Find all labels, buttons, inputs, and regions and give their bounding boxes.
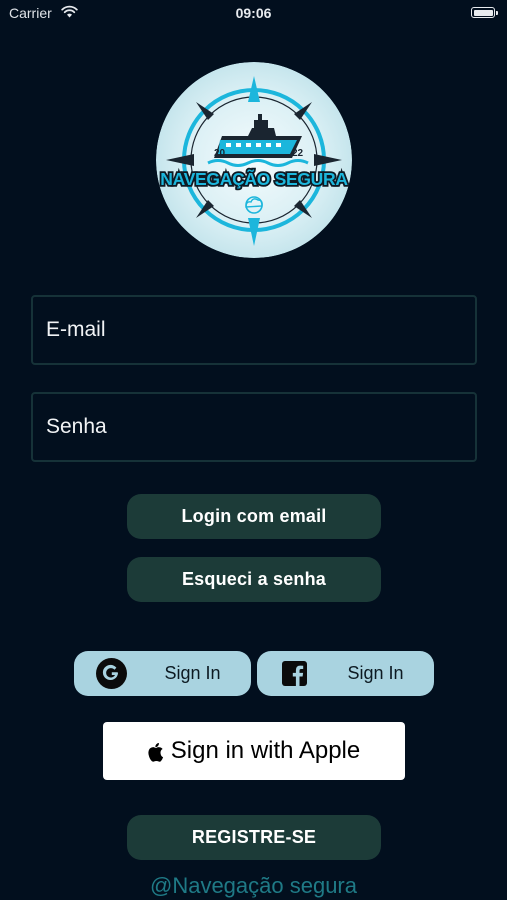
apple-signin-button[interactable]: Sign in with Apple	[103, 722, 405, 780]
login-email-button[interactable]: Login com email	[127, 494, 381, 539]
battery-icon	[471, 7, 498, 18]
password-input[interactable]	[33, 394, 475, 460]
password-field[interactable]	[31, 392, 477, 462]
facebook-signin-button[interactable]: Sign In	[257, 651, 434, 696]
logo-year-right: 22	[292, 148, 304, 159]
email-field[interactable]	[31, 295, 477, 365]
login-email-label: Login com email	[181, 506, 327, 526]
status-bar: Carrier 09:06	[0, 0, 507, 28]
register-label: REGISTRE-SE	[191, 827, 317, 847]
forgot-password-label: Esqueci a senha	[181, 569, 327, 589]
apple-signin-label: Sign in with Apple	[170, 737, 361, 764]
apple-icon	[148, 741, 165, 762]
logo-text: NAVEGAÇÃO SEGURA	[160, 168, 348, 189]
footer-text: @Navegação segura	[149, 873, 357, 898]
logo-year-left: 20	[214, 148, 226, 159]
email-input[interactable]	[33, 297, 475, 363]
facebook-icon	[279, 658, 310, 689]
google-signin-button[interactable]: Sign In	[74, 651, 251, 696]
status-time: 09:06	[235, 5, 272, 21]
register-button[interactable]: REGISTRE-SE	[127, 815, 381, 860]
facebook-signin-label: Sign In	[347, 663, 404, 683]
google-icon	[96, 658, 127, 689]
forgot-password-button[interactable]: Esqueci a senha	[127, 557, 381, 602]
google-signin-label: Sign In	[164, 663, 221, 683]
app-logo: 20 22 NAVEGAÇÃO SEGURA	[156, 62, 352, 258]
